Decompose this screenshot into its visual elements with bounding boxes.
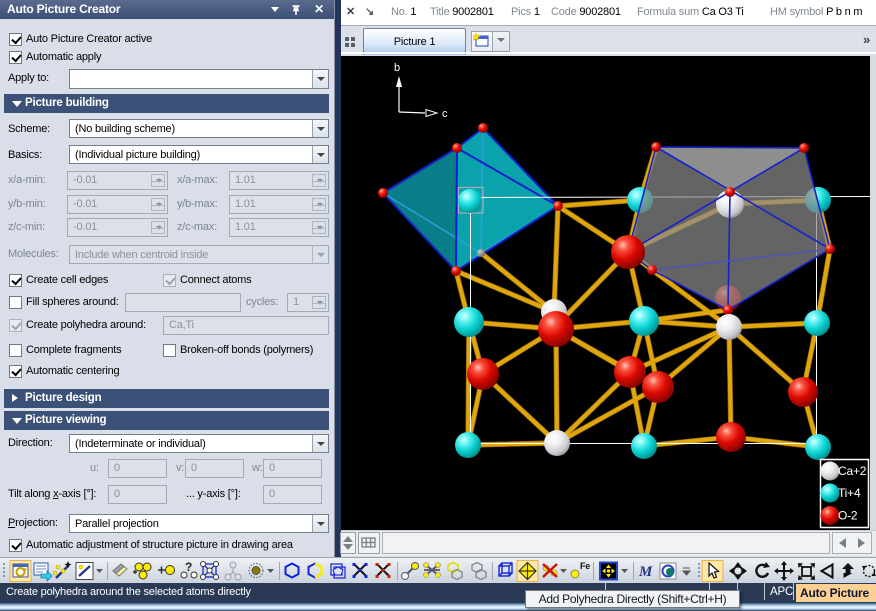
svg-text:?: ? [185, 560, 192, 574]
svg-text:O-2: O-2 [838, 509, 858, 523]
svg-text:c: c [442, 108, 448, 120]
svg-text:M: M [638, 564, 653, 580]
svg-text:b: b [394, 62, 400, 74]
svg-text:Fe: Fe [580, 561, 590, 571]
svg-text:Ti+4: Ti+4 [838, 486, 861, 500]
svg-text:Ca+2: Ca+2 [838, 464, 867, 478]
